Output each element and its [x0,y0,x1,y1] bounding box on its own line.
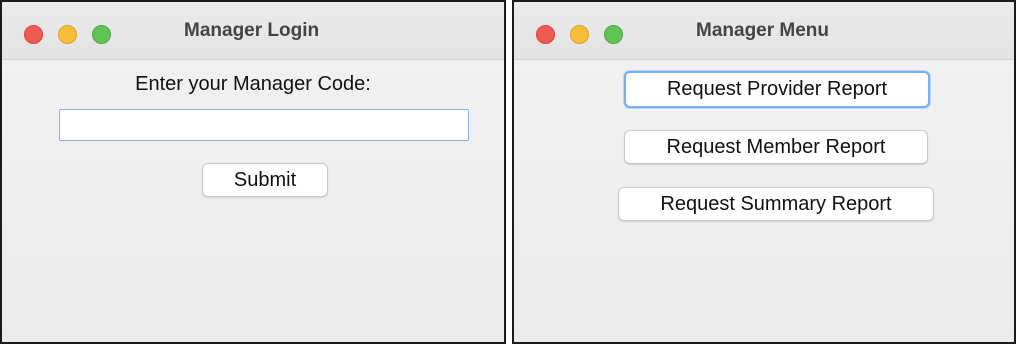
maximize-icon[interactable] [92,25,111,44]
minimize-icon[interactable] [58,25,77,44]
menu-content: Request Provider Report Request Member R… [514,60,1014,342]
request-provider-report-button[interactable]: Request Provider Report [624,71,930,108]
titlebar[interactable]: Manager Login [2,2,504,60]
manager-menu-window: Manager Menu Request Provider Report Req… [512,0,1016,344]
close-icon[interactable] [536,25,555,44]
submit-button[interactable]: Submit [202,163,328,197]
request-summary-report-button[interactable]: Request Summary Report [618,187,934,221]
login-content: Enter your Manager Code: Submit [2,60,504,342]
manager-code-label: Enter your Manager Code: [135,73,371,95]
maximize-icon[interactable] [604,25,623,44]
request-member-report-button[interactable]: Request Member Report [624,130,928,164]
titlebar[interactable]: Manager Menu [514,2,1014,60]
window-title: Manager Login [184,20,320,41]
manager-login-window: Manager Login Enter your Manager Code: S… [0,0,506,344]
manager-code-input[interactable] [59,109,469,141]
close-icon[interactable] [24,25,43,44]
minimize-icon[interactable] [570,25,589,44]
window-title: Manager Menu [696,20,830,41]
